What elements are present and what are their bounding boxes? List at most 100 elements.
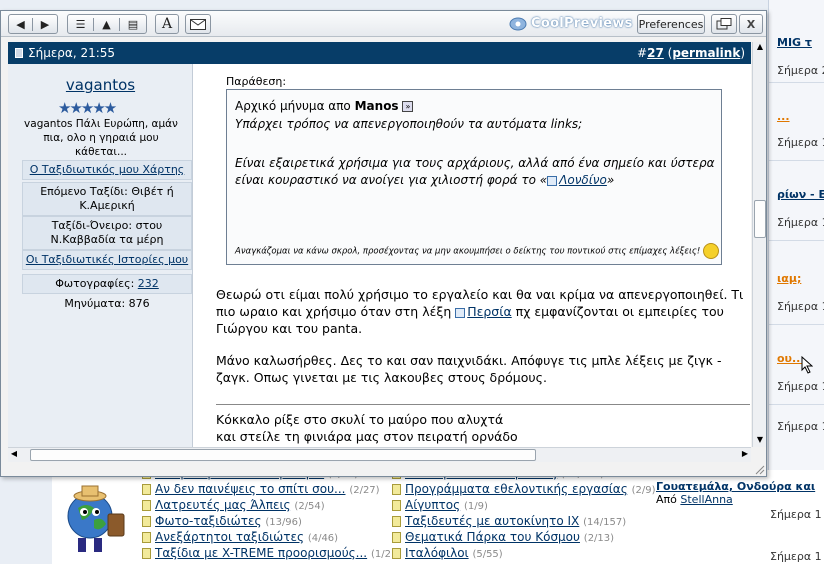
forum-item[interactable]: Αίγυπτος (1/9) [392,497,656,513]
forum-item[interactable]: Ιταλόφιλοι (5/55) [392,545,656,561]
folder-icon [392,484,401,495]
last-post-date: Σήμερα 1 [777,216,824,229]
auto-link[interactable]: Λονδίνο [559,173,607,187]
folder-icon [142,484,151,495]
photos-link[interactable]: 232 [138,277,159,290]
coolpreviews-logo-icon [509,17,527,31]
signature-line: Κόκκαλο ρίξε στο σκυλί το μαύρο που αλυχ… [216,412,504,427]
scroll-left-icon[interactable]: ◀ [8,449,20,461]
horizontal-scrollbar[interactable]: ◀ ▶ [8,447,751,462]
forum-item[interactable]: Ταξίδια με X-TREME προορισμούς... (1/21) [142,545,401,561]
post-paragraph: Μάνο καλωσήρθες. Δες το και σαν παιχνιδά… [216,353,722,385]
auto-link-icon [547,175,558,186]
close-button[interactable]: X [739,14,763,34]
post-number-link[interactable]: 27 [647,46,664,60]
external-window-icon [716,18,732,30]
last-post-title[interactable]: MIG τ [777,36,812,49]
forum-last-post: Γουατεμάλα, Ονδούρα και Από StellAnna [656,480,816,506]
signature-divider [216,404,750,405]
preferences-button[interactable]: Preferences [637,14,705,34]
last-post-date: Σήμερα 1 [777,300,824,313]
forum-last-post-title[interactable]: Γουατεμάλα, Ονδούρα και [656,480,815,493]
forum-last-post-date: Σήμερα 1 [770,550,822,563]
resize-grip-icon[interactable] [753,463,765,475]
page-icon[interactable]: ▤ [120,18,146,31]
folder-icon [392,500,401,511]
auto-link[interactable]: Περσία [467,304,511,319]
forum-item[interactable]: Λατρευτές μας Άλπεις (2/54) [142,497,401,513]
user-info-box: Ταξίδι-Όνειρο: στου Ν.Καββαδία τα μέρη [22,216,192,250]
forum-item[interactable]: Προγράμματα εθελοντικής εργασίας (2/9) [392,481,656,497]
vertical-scroll-thumb[interactable] [754,200,766,238]
pin-icon[interactable]: ▲ [94,17,120,31]
quote-small-text: Αναγκάζομαι να κάνω σκρολ, προσέχοντας ν… [235,243,720,259]
last-post-date: Σήμερα 1 [777,136,824,149]
horizontal-scroll-thumb[interactable] [30,449,536,461]
coolpreviews-brand: CoolPreviews [531,16,633,31]
user-info-box: Επόμενο Ταξίδι: Θιβέτ ή Κ.Αμερική [22,182,192,216]
user-photos-box: Φωτογραφίες: 232 [22,274,192,294]
forum-list-column-2: Αντισηκώστε Ελληνικούς (12/123) Προγράμμ… [392,466,656,561]
envelope-icon [190,18,206,30]
background-forum-list: Επειρακή Ταινία Ασπρότητα (3/60) Αν δεν … [0,466,824,564]
email-button[interactable] [185,14,211,34]
quote-box: Αρχικό μήνυμα απο Manos » Υπάρχει τρόπος… [226,89,722,265]
sad-smiley-icon [703,243,719,259]
quote-text: Υπάρχει τρόπος να απενεργοποιηθούν τα αυ… [235,117,583,131]
scroll-right-icon[interactable]: ▶ [739,449,751,461]
view-mode-buttons: ☰ ▲ ▤ [67,14,147,34]
folder-icon [142,516,151,527]
last-post-date: Σήμερα 1 [777,420,824,433]
signature-line: και στείλε τη φινιάρα μας στον πειρατή ο… [216,429,518,444]
forward-icon[interactable]: ▶ [33,18,57,31]
folder-icon [392,516,401,527]
post-date: Σήμερα, 21:55 [28,46,116,60]
user-title: vagantos Πάλι Ευρώπη, αμάν πια, ολο η γη… [24,118,178,158]
forum-item[interactable]: Ανεξάρτητοι ταξιδιώτες (4/46) [142,529,401,545]
view-post-icon[interactable]: » [402,101,414,112]
vertical-scrollbar[interactable]: ▲ ▼ [752,42,766,447]
post-number: #27 (permalink) [637,46,745,60]
scroll-down-icon[interactable]: ▼ [754,435,766,447]
detach-button[interactable] [711,14,737,34]
post-doc-icon [15,48,23,58]
last-post-title[interactable]: ιαμ; [777,272,801,285]
travel-stories-link[interactable]: Οι Ταξιδιωτικές Ιστορίες μου [26,253,188,266]
rating-stars-icon: ★★★★★ [58,99,117,117]
forum-item[interactable]: Θεματικά Πάρκα του Κόσμου (2/13) [392,529,656,545]
user-message-count: Μηνύματα: 876 [64,297,150,310]
globe-mascot-icon [67,485,125,552]
travel-map-link[interactable]: Ο Ταξιδιωτικός μου Χάρτης [30,163,185,176]
forum-item[interactable]: Αν δεν παινέψεις το σπίτι σου... (2/27) [142,481,401,497]
folder-icon [142,532,151,543]
folder-icon [142,500,151,511]
user-link-box: Ο Ταξιδιωτικός μου Χάρτης [22,160,192,180]
quote-text: Είναι εξαιρετικά χρήσιμα για τους αρχάρι… [235,156,715,187]
forum-item[interactable]: Ταξιδευτές με αυτοκίνητο IX (14/157) [392,513,656,529]
post-paragraph: Θεωρώ οτι είμαι πολύ χρήσιμο το εργαλείο… [216,287,744,336]
post-header: Σήμερα, 21:55 #27 (permalink) [8,42,751,64]
last-post-title[interactable]: ... [777,110,790,123]
mouse-cursor-icon [801,356,813,374]
preview-content: Σήμερα, 21:55 #27 (permalink) vagantos ★… [8,42,751,447]
font-size-button[interactable]: A [155,14,179,34]
background-last-posts-column: MIG τ Σήμερα 2 ... Σήμερα 1 ρίων - Ε Σήμ… [768,0,824,470]
back-icon[interactable]: ◀ [9,17,33,31]
username-link[interactable]: vagantos [8,76,193,94]
last-post-title[interactable]: ρίων - Ε [777,188,824,201]
permalink-link[interactable]: permalink [672,46,740,60]
scroll-up-icon[interactable]: ▲ [754,42,766,54]
folder-icon [392,548,401,559]
preview-toolbar: ◀ ▶ ☰ ▲ ▤ A CoolPreviews Preferences X [1,11,766,37]
forum-item[interactable]: Φωτο-ταξιδιώτες (13/96) [142,513,401,529]
user-sidebar: vagantos ★★★★★ vagantos Πάλι Ευρώπη, αμά… [8,64,193,447]
forum-last-post-author[interactable]: StellAnna [680,493,732,506]
last-post-date: Σήμερα 1 [777,380,824,393]
layers-icon[interactable]: ☰ [68,17,94,31]
post-body: Παράθεση: Αρχικό μήνυμα απο Manos » Υπάρ… [194,64,751,447]
back-forward-buttons: ◀ ▶ [8,14,58,34]
folder-icon [392,532,401,543]
quote-origin: Αρχικό μήνυμα απο Manos » [235,99,414,113]
quote-label: Παράθεση: [226,75,287,88]
auto-link-icon [455,307,466,318]
